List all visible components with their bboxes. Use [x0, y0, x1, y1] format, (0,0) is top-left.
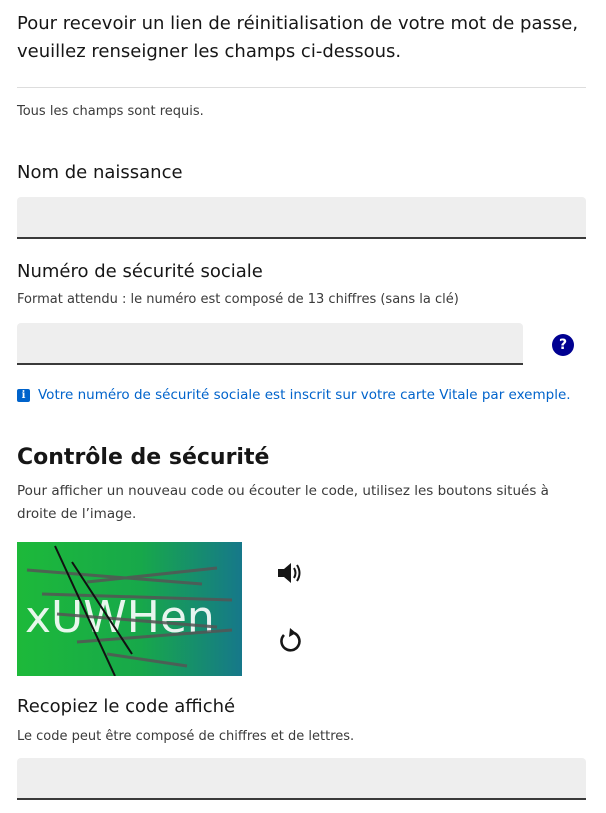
info-icon: i: [17, 388, 30, 402]
question-icon: ?: [558, 337, 568, 353]
required-note: Tous les champs sont requis.: [17, 104, 204, 119]
ssn-help-button[interactable]: ?: [552, 334, 574, 356]
birth-name-input[interactable]: [17, 197, 586, 239]
code-label: Recopiez le code affiché: [17, 696, 236, 717]
ssn-hint: Format attendu : le numéro est composé d…: [17, 292, 459, 307]
code-hint: Le code peut être composé de chiffres et…: [17, 729, 355, 744]
refresh-icon: [280, 628, 301, 652]
security-hint: Pour afficher un nouveau code ou écouter…: [17, 483, 549, 522]
divider: [17, 87, 586, 88]
refresh-button[interactable]: [276, 627, 304, 655]
code-input[interactable]: [17, 758, 586, 800]
ssn-label: Numéro de sécurité sociale: [17, 261, 263, 282]
ssn-info-message: i Votre numéro de sécurité sociale est i…: [17, 387, 571, 403]
birth-name-label: Nom de naissance: [17, 162, 183, 183]
security-title: Contrôle de sécurité: [17, 445, 270, 470]
speaker-icon: [278, 563, 301, 583]
captcha-image: xUWHen: [17, 542, 242, 676]
audio-button[interactable]: [276, 559, 304, 587]
intro-text: Pour recevoir un lien de réinitialisatio…: [17, 13, 579, 62]
ssn-input[interactable]: [17, 323, 523, 365]
captcha-graphic: xUWHen: [17, 542, 242, 676]
ssn-info-text: Votre numéro de sécurité sociale est ins…: [38, 387, 571, 403]
